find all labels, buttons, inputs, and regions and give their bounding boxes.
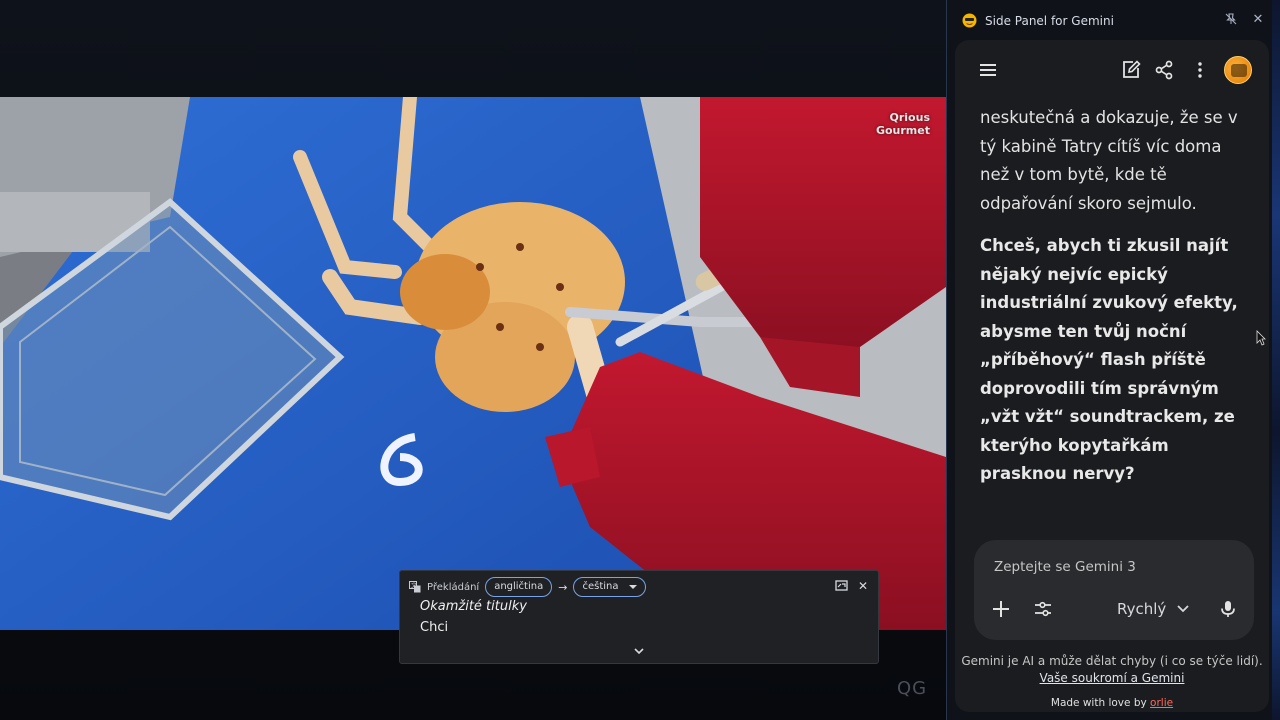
tune-icon[interactable]	[1032, 598, 1054, 620]
prompt-input-box[interactable]: Zeptejte se Gemini 3 Rychlý	[974, 540, 1254, 640]
side-panel-header: Side Panel for Gemini ✕	[947, 0, 1280, 42]
chevron-down-icon	[1176, 600, 1190, 618]
video-player[interactable]: Qrious Gourmet QG 文 Překládání angličtin…	[0, 0, 946, 720]
author-link[interactable]: orlie	[1150, 697, 1173, 709]
source-language-pill[interactable]: angličtina	[485, 577, 553, 597]
watermark-line-2: Gourmet	[875, 124, 930, 137]
expand-icon[interactable]	[834, 579, 848, 593]
arrow-right-icon: →	[558, 580, 568, 594]
more-vert-icon[interactable]	[1188, 58, 1212, 82]
menu-icon[interactable]	[976, 58, 1000, 82]
pin-off-icon[interactable]	[1223, 12, 1239, 28]
caption-header: 文 Překládání angličtina → čeština	[409, 577, 647, 597]
target-language-dropdown[interactable]: čeština	[573, 577, 647, 597]
chevron-down-icon[interactable]	[632, 642, 646, 655]
caption-text: Chci	[420, 620, 449, 635]
caption-title: Okamžité titulky	[420, 599, 527, 614]
user-avatar[interactable]	[1224, 56, 1252, 84]
response-question: Chceš, abych ti zkusil najít nějaký nejv…	[980, 236, 1238, 483]
close-icon[interactable]: ✕	[856, 579, 870, 593]
gemini-extension-icon	[962, 13, 977, 28]
translate-icon: 文	[409, 581, 421, 593]
disclaimer-text: Gemini je AI a může dělat chyby (i co se…	[961, 654, 1263, 668]
mic-icon[interactable]	[1217, 598, 1239, 620]
panel-edge-glow	[1272, 0, 1280, 720]
response-text: neskutečná a dokazuje, že se v tý kabině…	[980, 108, 1238, 213]
privacy-link[interactable]: Vaše soukromí a Gemini	[1040, 671, 1185, 685]
caret-down-icon	[629, 585, 638, 589]
source-language-label: angličtina	[494, 581, 544, 592]
gemini-chat-card: neskutečná a dokazuje, že se v tý kabině…	[955, 40, 1269, 712]
ai-disclaimer: Gemini je AI a může dělat chyby (i co se…	[955, 653, 1269, 687]
corner-logo: QG	[897, 678, 928, 699]
mouse-cursor-icon	[1256, 330, 1266, 346]
share-icon[interactable]	[1152, 58, 1176, 82]
plus-icon[interactable]	[990, 598, 1012, 620]
made-with-text: Made with love by	[1050, 697, 1147, 709]
translating-label: Překládání	[427, 581, 480, 593]
channel-watermark: Qrious Gourmet	[876, 111, 930, 137]
close-icon[interactable]: ✕	[1250, 12, 1266, 28]
side-panel-title: Side Panel for Gemini	[985, 14, 1114, 28]
prompt-input[interactable]: Zeptejte se Gemini 3	[994, 559, 1136, 575]
live-caption-box[interactable]: 文 Překládání angličtina → čeština ✕ Okam…	[399, 570, 879, 664]
edit-icon[interactable]	[1119, 58, 1143, 82]
mode-label: Rychlý	[1117, 600, 1167, 618]
mode-selector[interactable]: Rychlý	[1117, 600, 1190, 618]
video-frame[interactable]: Qrious Gourmet	[0, 97, 946, 630]
made-with-footer: Made with love by orlie	[955, 697, 1269, 709]
crab-processing-scene	[0, 97, 946, 630]
watermark-line-1: Qrious	[889, 111, 930, 124]
target-language-label: čeština	[582, 581, 619, 592]
